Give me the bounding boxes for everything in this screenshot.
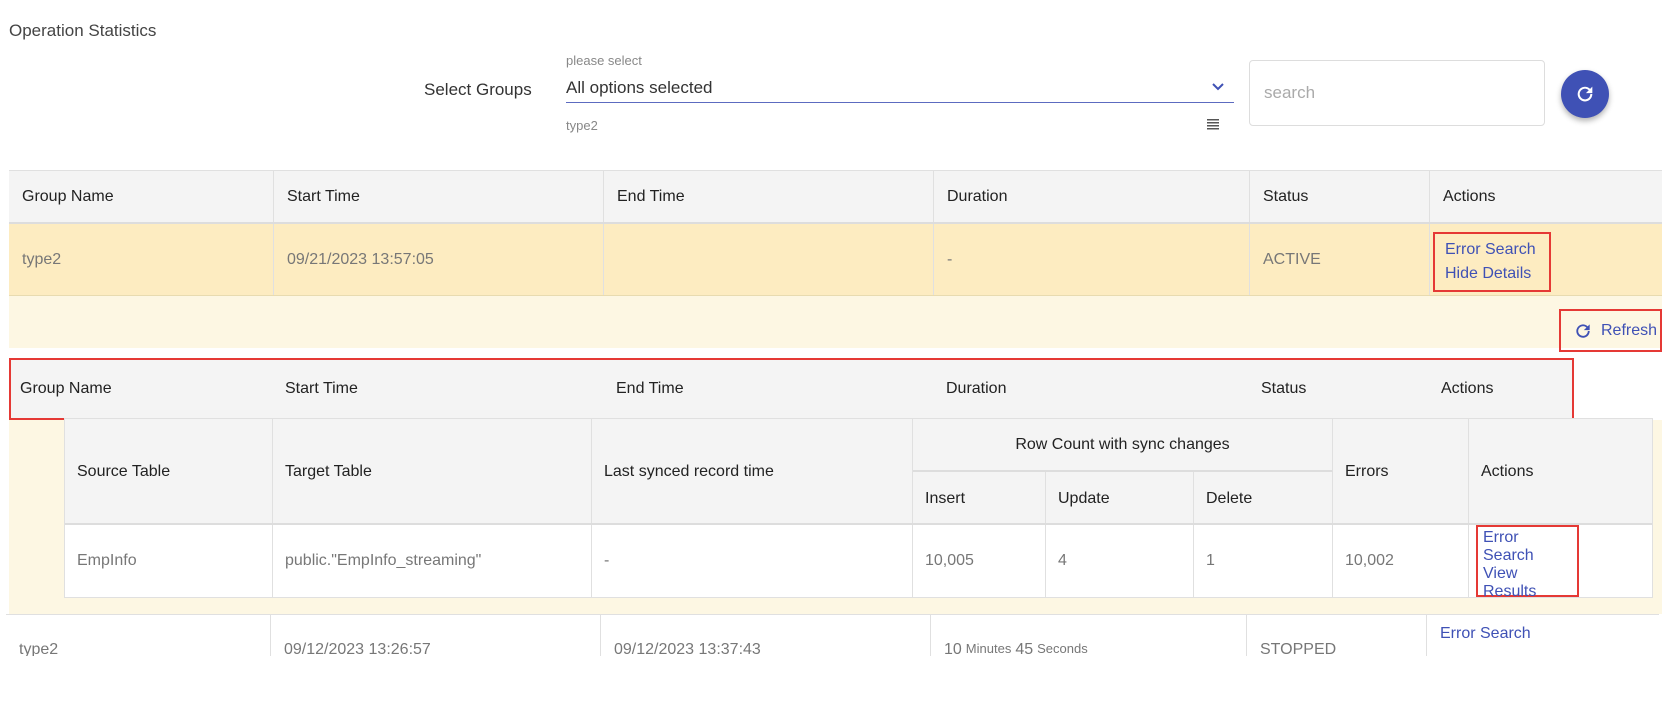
selected-chip: type2 <box>566 118 598 133</box>
col-delete[interactable]: Delete <box>1194 472 1333 525</box>
group-select[interactable]: please select All options selected <box>566 53 1234 103</box>
list-icon[interactable] <box>1206 117 1220 131</box>
col-end-time[interactable]: End Time <box>604 171 934 222</box>
sub-col-end-time: End Time <box>616 380 684 397</box>
details-header: Group Name Start Time End Time Duration … <box>9 358 1574 420</box>
hide-details-link[interactable]: Hide Details <box>1445 265 1539 283</box>
col-status[interactable]: Status <box>1250 171 1430 222</box>
select-hint: please select <box>566 53 642 68</box>
refresh-fab-button[interactable] <box>1561 70 1609 118</box>
select-groups-label: Select Groups <box>424 80 532 99</box>
refresh-button[interactable]: Refresh <box>1559 309 1662 352</box>
table-header: Group Name Start Time End Time Duration … <box>9 170 1662 224</box>
cell-actions: Error Search <box>1427 615 1659 643</box>
cell-start: 09/12/2023 13:26:57 <box>271 615 601 659</box>
inner-row-actions: Error Search View Results <box>1476 525 1579 600</box>
details-toolbar <box>9 296 1662 348</box>
row-actions: Error Search Hide Details <box>1433 232 1551 292</box>
sub-col-group-name: Group Name <box>20 380 112 397</box>
duration-minutes-unit: Minutes <box>965 641 1012 656</box>
table-row[interactable]: type2 09/21/2023 13:57:05 - ACTIVE <box>9 224 1662 296</box>
col-duration[interactable]: Duration <box>934 171 1250 222</box>
cell-last-synced: - <box>592 525 913 597</box>
col-actions: Actions <box>1443 187 1496 205</box>
col-row-count: Row Count with sync changes <box>913 419 1333 472</box>
cell-end: 09/12/2023 13:37:43 <box>601 615 931 659</box>
sub-col-duration: Duration <box>946 380 1007 397</box>
cell-update: 4 <box>1046 525 1194 597</box>
page-title: Operation Statistics <box>9 21 157 40</box>
cell-status: ACTIVE <box>1250 224 1430 295</box>
col-source-table[interactable]: Source Table <box>65 419 273 525</box>
chevron-down-icon[interactable] <box>1210 78 1226 94</box>
cell-duration: - <box>934 224 1250 295</box>
cell-group: type2 <box>6 615 271 659</box>
refresh-icon <box>1576 323 1590 338</box>
refresh-icon <box>1577 86 1593 102</box>
error-search-link[interactable]: Error Search <box>1445 241 1539 259</box>
col-last-synced[interactable]: Last synced record time <box>592 419 913 525</box>
col-update[interactable]: Update <box>1046 472 1194 525</box>
col-start-time[interactable]: Start Time <box>274 171 604 222</box>
col-group-name[interactable]: Group Name <box>9 171 274 222</box>
cell-errors: 10,002 <box>1333 525 1469 597</box>
sub-col-status: Status <box>1261 380 1307 397</box>
view-results-link[interactable]: View Results <box>1483 565 1572 601</box>
col-insert[interactable]: Insert <box>913 472 1046 525</box>
cell-duration: 10 Minutes 45 Seconds <box>931 615 1247 659</box>
sub-col-actions: Actions <box>1441 380 1494 397</box>
cell-source: EmpInfo <box>65 525 273 597</box>
refresh-label: Refresh <box>1601 321 1658 339</box>
cell-target: public."EmpInfo_streaming" <box>273 525 592 597</box>
search-field[interactable] <box>1249 60 1545 126</box>
col-inner-actions: Actions <box>1469 419 1652 525</box>
sync-detail-table: Source Table Target Table Last synced re… <box>64 418 1653 598</box>
cell-status: STOPPED <box>1247 615 1427 659</box>
cell-end <box>604 224 934 295</box>
page-bottom <box>0 656 1662 727</box>
cell-start: 09/21/2023 13:57:05 <box>274 224 604 295</box>
sub-col-start-time: Start Time <box>285 380 358 397</box>
cell-insert: 10,005 <box>913 525 1046 597</box>
search-input[interactable] <box>1262 82 1532 104</box>
col-target-table[interactable]: Target Table <box>273 419 592 525</box>
duration-seconds-unit: Seconds <box>1037 641 1088 656</box>
error-search-link[interactable]: Error Search <box>1440 625 1531 643</box>
select-value: All options selected <box>566 78 713 97</box>
error-search-link[interactable]: Error Search <box>1483 529 1572 565</box>
col-errors[interactable]: Errors <box>1333 419 1469 525</box>
group-select-field[interactable]: All options selected <box>566 72 1234 103</box>
cell-delete: 1 <box>1194 525 1333 597</box>
cell-group: type2 <box>9 224 274 295</box>
